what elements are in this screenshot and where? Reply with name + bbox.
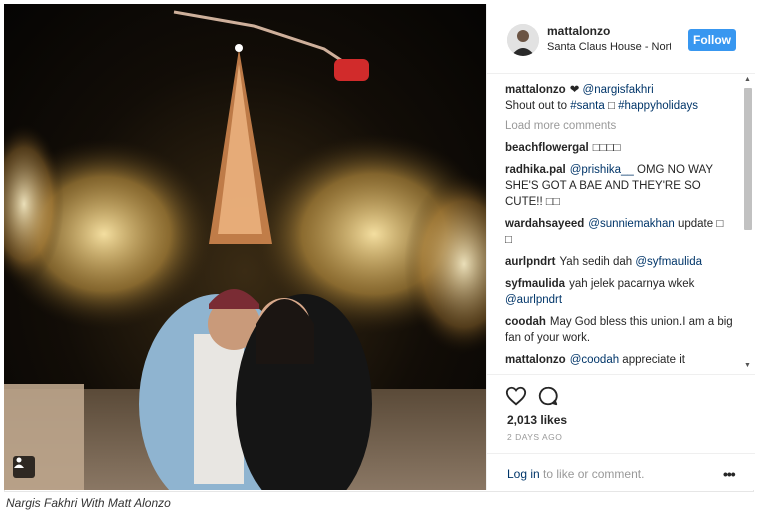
emoji-box: □ <box>604 100 619 112</box>
comment-text: Yah sedih dah <box>559 256 636 268</box>
login-prompt: Log in to like or comment. ••• <box>487 453 755 491</box>
post-timestamp: 2 DAYS AGO <box>507 432 563 442</box>
hashtag-link[interactable]: #happyholidays <box>618 100 698 112</box>
mention-link[interactable]: @prishika__ <box>570 164 634 176</box>
comment-author[interactable]: radhika.pal <box>505 164 566 176</box>
login-link[interactable]: Log in <box>507 467 540 481</box>
login-text: Log in to like or comment. <box>507 467 644 481</box>
follow-button[interactable]: Follow <box>688 29 736 51</box>
login-suffix: to like or comment. <box>539 467 645 481</box>
comment-item: syfmaulida yah jelek pacarnya wkek @aurlp… <box>505 276 733 308</box>
scroll-down-icon[interactable]: ▼ <box>744 362 751 369</box>
mention-link[interactable]: @coodah <box>570 354 619 366</box>
header-username[interactable]: mattalonzo <box>547 24 610 38</box>
mention-link[interactable]: @aurlpndrt <box>505 294 562 306</box>
comment-text: appreciate it <box>619 354 685 366</box>
comment-author[interactable]: mattalonzo <box>505 354 566 366</box>
location-link[interactable]: Santa Claus House - North ... <box>547 41 671 53</box>
person-glyph <box>14 457 24 468</box>
likes-count[interactable]: 2,013 likes <box>507 413 567 427</box>
caption-text: Shout out to <box>505 100 571 112</box>
comment-author[interactable]: beachflowergal <box>505 142 589 154</box>
user-tag-icon[interactable] <box>13 456 35 478</box>
comment-author[interactable]: syfmaulida <box>505 278 565 290</box>
mention-link[interactable]: @syfmaulida <box>635 256 702 268</box>
comment-item: mattalonzo @coodah appreciate it <box>505 352 733 368</box>
post-photo[interactable] <box>4 4 486 490</box>
photo-illustration <box>4 10 486 490</box>
avatar[interactable] <box>507 24 539 56</box>
comment-item: aurlpndrt Yah sedih dah @syfmaulida <box>505 254 733 270</box>
comment-bubble-icon[interactable] <box>537 385 559 407</box>
load-more-comments-button[interactable]: Load more comments <box>505 120 733 132</box>
post-sidebar: mattalonzo Santa Claus House - North ...… <box>486 4 755 490</box>
comment-author[interactable]: aurlpndrt <box>505 256 555 268</box>
comments-area[interactable]: mattalonzo ❤ @nargisfakhri Shout out to #… <box>487 74 755 374</box>
comment-author[interactable]: mattalonzo <box>505 84 566 96</box>
avatar-image <box>507 24 539 56</box>
hashtag-link[interactable]: #santa <box>570 100 605 112</box>
comment-item: beachflowergal □□□□ <box>505 140 733 156</box>
comment-item: wardahsayeed @sunniemakhan update □ □ <box>505 216 733 248</box>
scroll-thumb[interactable] <box>744 88 752 230</box>
scroll-up-icon[interactable]: ▲ <box>744 76 751 83</box>
comment-text: □□□□ <box>592 142 621 154</box>
ellipsis-icon[interactable]: ••• <box>723 466 736 482</box>
comments-list: mattalonzo ❤ @nargisfakhri Shout out to #… <box>505 82 733 374</box>
post-actions: 2,013 likes 2 DAYS AGO Log in to like or… <box>487 374 755 490</box>
comment-author[interactable]: wardahsayeed <box>505 218 584 230</box>
comment-text: yah jelek pacarnya wkek <box>569 278 695 290</box>
mention-link[interactable]: @sunniemakhan <box>588 218 674 230</box>
comments-scrollbar[interactable]: ▲ ▼ <box>743 74 753 374</box>
comment-item: coodah May God bless this union.I am a bi… <box>505 314 733 346</box>
comment-item: radhika.pal @prishika__ OMG NO WAY SHE'S … <box>505 162 733 210</box>
comment-author[interactable]: coodah <box>505 316 546 328</box>
heart-outline-icon[interactable] <box>505 385 527 407</box>
caption-comment: mattalonzo ❤ @nargisfakhri Shout out to #… <box>505 82 733 114</box>
post-header: mattalonzo Santa Claus House - North ...… <box>487 4 755 74</box>
mention-link[interactable]: @nargisfakhri <box>583 84 654 96</box>
heart-emoji: ❤ <box>569 84 580 96</box>
image-caption: Nargis Fakhri With Matt Alonzo <box>6 496 171 510</box>
